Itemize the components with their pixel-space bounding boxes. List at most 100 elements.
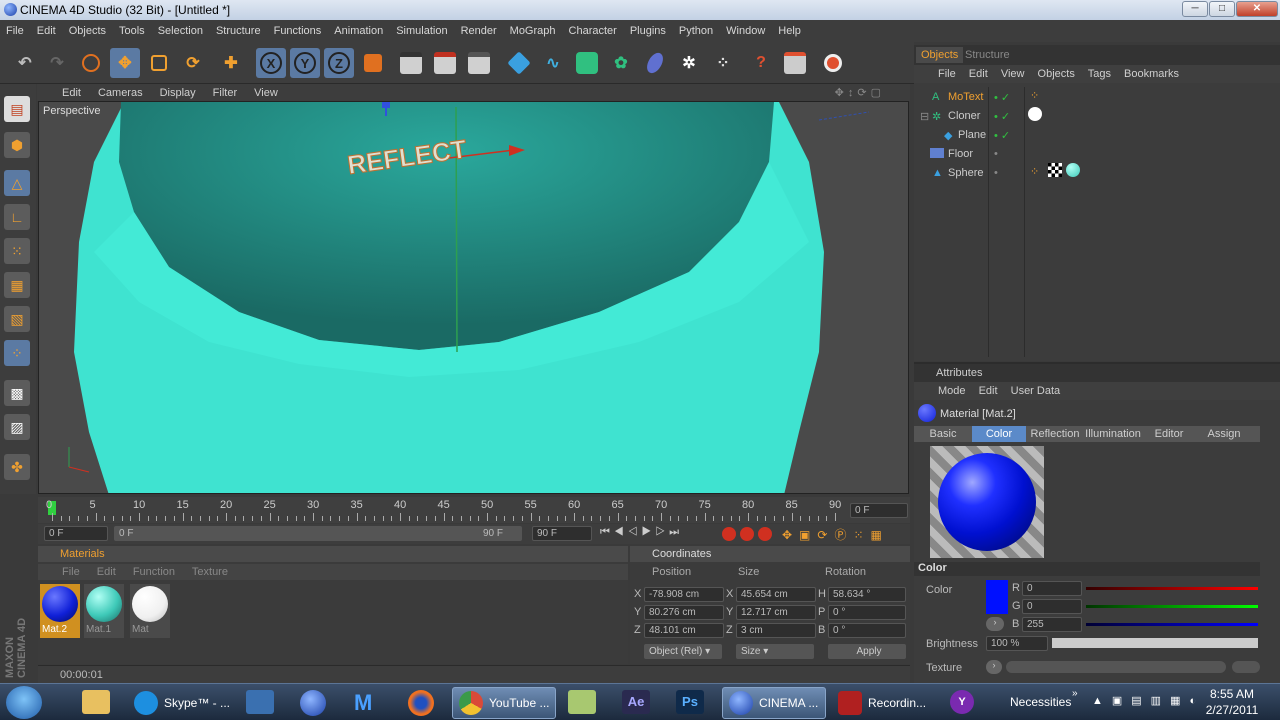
material-tag-icon[interactable] <box>1028 107 1042 121</box>
menu-tools[interactable]: Tools <box>119 25 145 37</box>
objects-menu-file[interactable]: File <box>938 68 956 80</box>
material-preview[interactable] <box>930 446 1044 558</box>
texture-field[interactable] <box>1006 661 1226 673</box>
close-button[interactable]: ✕ <box>1236 1 1278 17</box>
apply-button[interactable]: Apply <box>828 644 906 659</box>
light-icon[interactable]: ⁘ <box>708 48 738 78</box>
tab-reflection[interactable]: Reflection <box>1026 426 1084 442</box>
x-axis-lock-icon[interactable]: X <box>256 48 286 78</box>
tab-structure[interactable]: Structure <box>960 47 1015 63</box>
taskbar-button-youtube[interactable]: YouTube ... <box>452 687 556 719</box>
timeline-end-field[interactable]: 0 F <box>850 503 908 518</box>
photoshop-icon[interactable]: Ps <box>676 690 704 714</box>
red-field[interactable]: 0 <box>1022 581 1082 596</box>
taskbar-button-recording[interactable]: Recordin... <box>832 687 938 719</box>
nurbs-icon[interactable] <box>572 48 602 78</box>
attributes-menu-user-data[interactable]: User Data <box>1011 385 1061 397</box>
frame-range-slider[interactable]: 0 F 90 F <box>114 526 522 541</box>
clock-time[interactable]: 8:55 AM <box>1198 687 1266 701</box>
texture-menu-button[interactable]: › <box>986 660 1002 674</box>
rotation-h-field[interactable]: 58.634 ° <box>828 587 906 602</box>
animation-mode-icon[interactable]: ⁘ <box>4 340 30 366</box>
menu-animation[interactable]: Animation <box>334 25 383 37</box>
object-row-floor[interactable]: Floor <box>948 148 973 160</box>
live-selection-icon[interactable] <box>76 48 106 78</box>
position-y-field[interactable]: 80.276 cm <box>644 605 724 620</box>
blue-field[interactable]: 255 <box>1022 617 1082 632</box>
visibility-check-icon[interactable]: • ✓ <box>994 91 1010 104</box>
attributes-menu-mode[interactable]: Mode <box>938 385 966 397</box>
polygons-mode-icon[interactable]: ▧ <box>4 306 30 332</box>
position-z-field[interactable]: 48.101 cm <box>644 623 724 638</box>
cube-primitive-icon[interactable] <box>504 48 534 78</box>
attributes-menu-edit[interactable]: Edit <box>979 385 998 397</box>
layout-icon[interactable] <box>780 48 810 78</box>
size-mode-select[interactable]: Size ▾ <box>736 644 814 659</box>
viewport-menu-view[interactable]: View <box>254 87 278 99</box>
visibility-dot-icon[interactable]: • <box>994 148 998 160</box>
object-row-cloner[interactable]: Cloner <box>948 110 980 122</box>
menu-file[interactable]: File <box>6 25 24 37</box>
tab-color[interactable]: Color <box>972 426 1026 442</box>
tag-icon[interactable]: ⁘ <box>1030 165 1039 178</box>
render-view-icon[interactable] <box>396 48 426 78</box>
objects-menu-objects[interactable]: Objects <box>1038 68 1075 80</box>
tab-assign[interactable]: Assign <box>1196 426 1252 442</box>
key-type-icons[interactable]: ✥▣⟳Ⓟ⁙▦ <box>782 526 907 542</box>
materials-menu-function[interactable]: Function <box>133 566 175 578</box>
visibility-check-icon[interactable]: • ✓ <box>994 110 1010 123</box>
firefox-icon[interactable] <box>408 690 434 716</box>
z-axis-lock-icon[interactable]: Z <box>324 48 354 78</box>
menu-selection[interactable]: Selection <box>158 25 203 37</box>
keyframe-selection-icon[interactable] <box>758 527 772 541</box>
material-swatch[interactable]: Mat <box>130 584 170 638</box>
tab-objects[interactable]: Objects <box>916 47 964 63</box>
visibility-check-icon[interactable]: • ✓ <box>994 129 1010 142</box>
menu-structure[interactable]: Structure <box>216 25 261 37</box>
help-icon[interactable]: ? <box>746 48 776 78</box>
undo-icon[interactable]: ↶ <box>10 48 40 78</box>
media-icon[interactable]: M <box>354 690 380 716</box>
checker-icon[interactable]: ▩ <box>4 380 30 406</box>
minimize-button[interactable]: ─ <box>1182 1 1208 17</box>
max-frame-field[interactable]: 90 F <box>532 526 592 541</box>
objects-menu-tags[interactable]: Tags <box>1088 68 1111 80</box>
menu-python[interactable]: Python <box>679 25 713 37</box>
current-frame-field[interactable]: 0 F <box>44 526 108 541</box>
size-z-field[interactable]: 3 cm <box>736 623 816 638</box>
rotate-tool-icon[interactable]: ⟳ <box>178 48 208 78</box>
texture-tag-icon[interactable] <box>1048 163 1062 177</box>
points-mode-icon[interactable]: ⁙ <box>4 238 30 264</box>
app-icon[interactable] <box>246 690 274 714</box>
start-button[interactable] <box>6 686 42 719</box>
y-axis-lock-icon[interactable]: Y <box>290 48 320 78</box>
add-object-icon[interactable]: ✚ <box>216 48 246 78</box>
move-tool-icon[interactable]: ✥ <box>110 48 140 78</box>
tab-basic[interactable]: Basic <box>914 426 972 442</box>
rotation-p-field[interactable]: 0 ° <box>828 605 906 620</box>
green-field[interactable]: 0 <box>1022 599 1082 614</box>
taskbar-button-skype[interactable]: Skype™ - ... <box>128 687 232 719</box>
scale-tool-icon[interactable] <box>144 48 174 78</box>
visibility-dot-icon[interactable]: • <box>994 167 998 179</box>
view-icon[interactable]: ▤ <box>4 96 30 122</box>
menu-character[interactable]: Character <box>569 25 617 37</box>
object-row-plane[interactable]: Plane <box>958 129 986 141</box>
object-row-sphere[interactable]: Sphere <box>948 167 983 179</box>
objects-menu-view[interactable]: View <box>1001 68 1025 80</box>
position-x-field[interactable]: -78.908 cm <box>644 587 724 602</box>
brightness-slider[interactable] <box>1052 638 1258 648</box>
size-x-field[interactable]: 45.654 cm <box>736 587 816 602</box>
texture-mode-icon[interactable]: ∟ <box>4 204 30 230</box>
explorer-icon[interactable] <box>82 690 110 714</box>
make-editable-icon[interactable]: ⬢ <box>4 132 30 158</box>
collapse-icon[interactable]: ⊟ <box>920 110 929 123</box>
system-tray-icons[interactable]: ▲▣▤▥▦◐ <box>1092 694 1205 707</box>
tab-editor[interactable]: Editor <box>1142 426 1196 442</box>
playback-controls[interactable]: ⏮◀◁▶▷⏭ <box>600 526 683 539</box>
materials-menu-file[interactable]: File <box>62 566 80 578</box>
brightness-field[interactable]: 100 % <box>986 636 1048 651</box>
yahoo-icon[interactable]: Y <box>950 690 974 714</box>
viewport-menu-filter[interactable]: Filter <box>213 87 237 99</box>
toolbar-expand-icon[interactable]: » <box>1072 688 1078 699</box>
